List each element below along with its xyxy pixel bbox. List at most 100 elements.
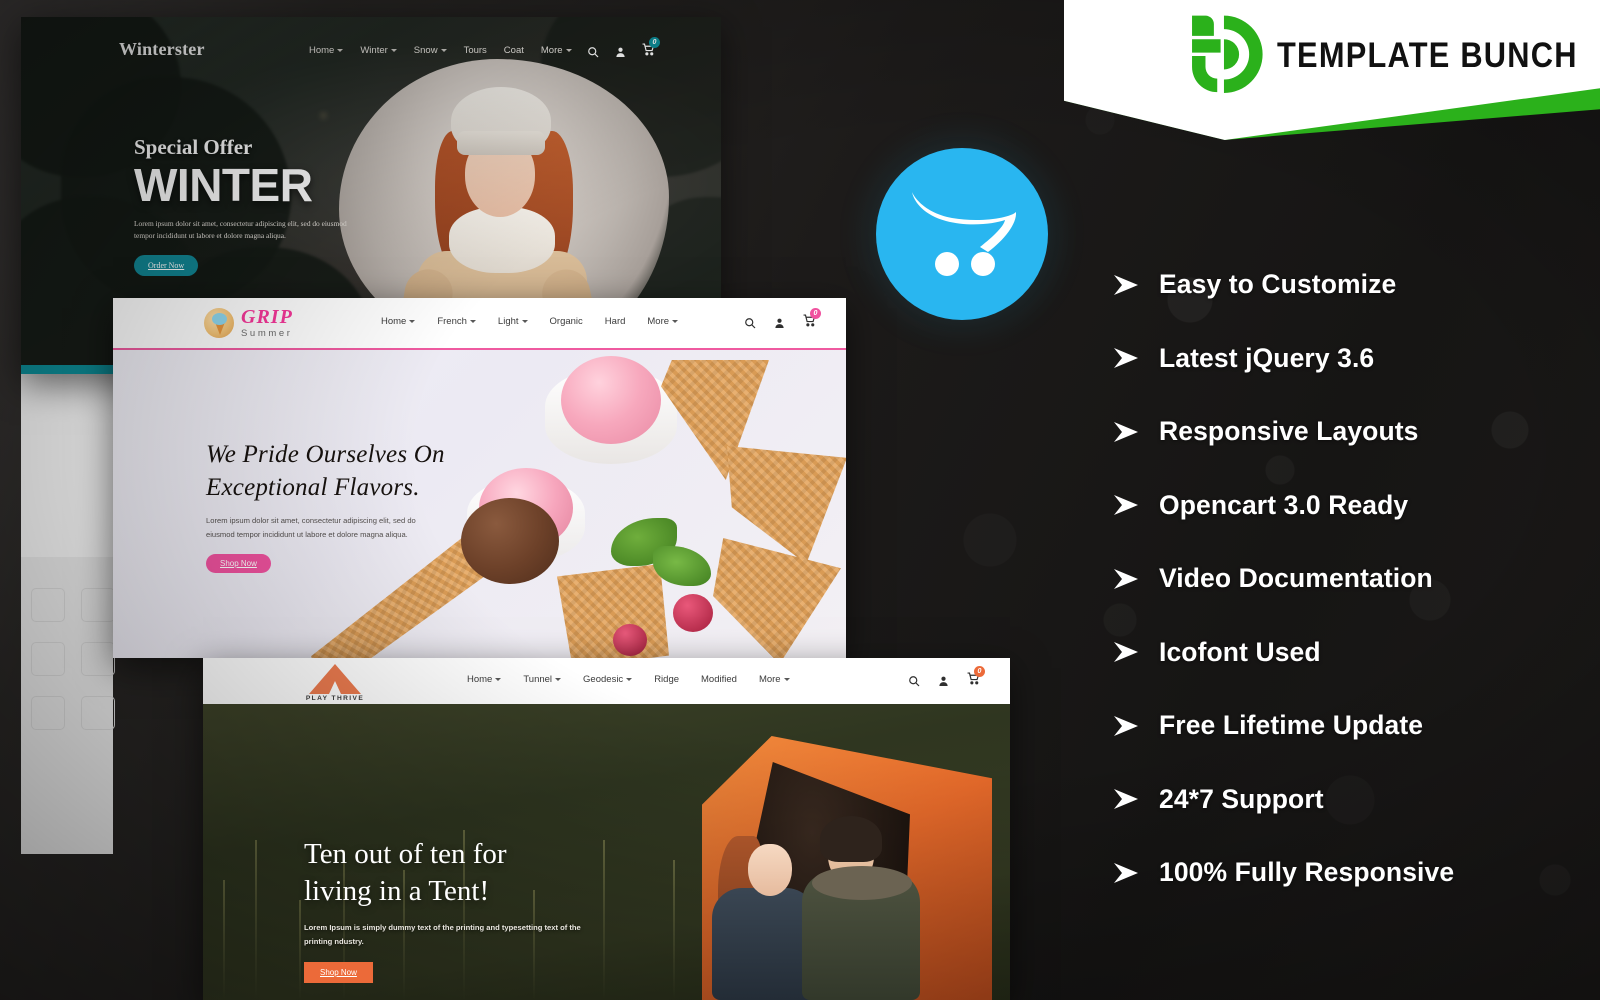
grip-menu-item-0[interactable]: Home (381, 316, 416, 327)
playthrive-menu-item-2[interactable]: Geodesic (583, 674, 633, 685)
search-icon[interactable] (908, 675, 920, 687)
grip-navbar[interactable]: GRIP Summer Home French Light Organic Ha… (113, 298, 846, 348)
category-icon-sweater (31, 642, 65, 676)
winterster-hero-paragraph: Lorem ipsum dolor sit amet, consectetur … (134, 218, 347, 241)
feature-list: Easy to Customize Latest jQuery 3.6 Resp… (1113, 248, 1583, 910)
grip-menu[interactable]: Home French Light Organic Hard More (381, 316, 679, 327)
scoop-chocolate (461, 498, 559, 584)
winterster-menu-item-1[interactable]: Winter (360, 45, 397, 56)
category-icon-beanie (31, 696, 65, 730)
playthrive-menu-item-1[interactable]: Tunnel (523, 674, 562, 685)
winterster-page-body (21, 374, 115, 854)
model-woman-jacket (712, 888, 816, 1000)
arrow-right-icon (1114, 274, 1138, 295)
raspberry-2 (613, 624, 647, 656)
chevron-down-icon (521, 320, 528, 323)
opencart-cart-icon (912, 192, 1017, 276)
arrow-right-icon (1114, 642, 1138, 663)
arrow-right-icon (1114, 568, 1138, 589)
grip-menu-item-5[interactable]: More (647, 316, 679, 327)
grip-menu-item-1[interactable]: French (437, 316, 476, 327)
chevron-down-icon (390, 49, 397, 52)
grip-menu-item-4[interactable]: Hard (605, 316, 626, 327)
arrow-right-icon (1114, 862, 1138, 883)
category-icon-jacket (31, 588, 65, 622)
grip-hero-title: We Pride Ourselves On Exceptional Flavor… (206, 438, 466, 504)
playthrive-hero-paragraph: Lorem Ipsum is simply dummy text of the … (304, 923, 581, 946)
feature-item-5: Icofont Used (1113, 616, 1583, 690)
grip-logo[interactable]: GRIP Summer (241, 307, 293, 339)
winterster-hero-eyebrow: Special Offer (134, 135, 253, 159)
account-icon[interactable] (615, 46, 626, 58)
winterster-logo[interactable]: Winterster (106, 34, 205, 62)
chevron-down-icon (409, 320, 416, 323)
feature-label: Easy to Customize (1159, 269, 1397, 300)
feature-label: Latest jQuery 3.6 (1159, 342, 1375, 373)
grip-hero-title-line1: We Pride Ourselves On (206, 441, 445, 468)
category-icon-backpack (81, 642, 115, 676)
grip-menu-item-2[interactable]: Light (498, 316, 528, 327)
winterster-cta-button[interactable]: Order Now (134, 255, 199, 277)
feature-item-7: 24*7 Support (1113, 763, 1583, 837)
category-icon-gloves (81, 588, 115, 622)
grip-logo-sub: Summer (241, 328, 293, 339)
winterster-menu-item-5[interactable]: More (541, 45, 572, 56)
feature-item-4: Video Documentation (1113, 542, 1583, 616)
feature-item-1: Latest jQuery 3.6 (1113, 322, 1583, 396)
tent-icon-inner (329, 681, 341, 694)
chevron-down-icon (783, 678, 790, 681)
winterster-navbar[interactable]: Winterster Home Winter Snow Tours Coat M… (21, 17, 721, 62)
mockup-play-thrive[interactable]: PLAY THRIVE Home Tunnel Geodesic Ridge M… (203, 658, 1010, 1000)
grip-header-icons[interactable]: 0 (744, 308, 821, 332)
playthrive-menu-item-0[interactable]: Home (467, 674, 502, 685)
arrow-right-icon (1114, 715, 1138, 736)
cart-badge: 0 (649, 37, 660, 48)
playthrive-hero-title-line2: living in a Tent! (304, 875, 490, 908)
playthrive-menu-item-4[interactable]: Modified (701, 674, 737, 685)
grip-menu-item-3[interactable]: Organic (550, 316, 583, 327)
winterster-menu-item-0[interactable]: Home (309, 45, 344, 56)
playthrive-navbar[interactable]: PLAY THRIVE Home Tunnel Geodesic Ridge M… (203, 658, 1010, 704)
account-icon[interactable] (938, 675, 949, 687)
grip-hero-title-line2: Exceptional Flavors. (206, 474, 420, 501)
model-man-fur-hood (812, 866, 912, 900)
playthrive-menu-item-3[interactable]: Ridge (654, 674, 679, 685)
search-icon[interactable] (744, 317, 756, 329)
playthrive-hero: Ten out of ten for living in a Tent! Lor… (203, 704, 1010, 1000)
winterster-cart[interactable]: 0 (642, 37, 660, 61)
winterster-header-icons[interactable]: 0 (587, 37, 660, 61)
winterster-menu-item-3[interactable]: Tours (464, 45, 487, 56)
playthrive-logo[interactable]: PLAY THRIVE (299, 664, 371, 702)
mockup-grip-summer[interactable]: GRIP Summer Home French Light Organic Ha… (113, 298, 846, 658)
grip-cart[interactable]: 0 (803, 308, 821, 332)
winterster-hero-title: WINTER (134, 159, 313, 211)
playthrive-cta-button[interactable]: Shop Now (304, 961, 373, 983)
feature-label: 100% Fully Responsive (1159, 857, 1455, 888)
winterster-menu[interactable]: Home Winter Snow Tours Coat More (309, 45, 572, 56)
playthrive-cart[interactable]: 0 (967, 666, 985, 690)
feature-label: Free Lifetime Update (1159, 710, 1424, 741)
chevron-down-icon (672, 320, 679, 323)
winterster-menu-item-4[interactable]: Coat (504, 45, 524, 56)
feature-label: Responsive Layouts (1159, 416, 1419, 447)
search-icon[interactable] (587, 46, 599, 58)
model-woman-face (748, 844, 792, 896)
playthrive-menu-item-5[interactable]: More (759, 674, 790, 685)
feature-item-3: Opencart 3.0 Ready (1113, 469, 1583, 543)
feature-item-0: Easy to Customize (1113, 248, 1583, 322)
playthrive-header-icons[interactable]: 0 (908, 666, 985, 690)
feature-label: 24*7 Support (1159, 783, 1324, 814)
winterster-hero-copy: Special Offer WINTER Lorem ipsum dolor s… (134, 135, 384, 277)
arrow-right-icon (1114, 421, 1138, 442)
arrow-right-icon (1114, 495, 1138, 516)
raspberry-1 (673, 594, 713, 632)
grip-logo-icon (204, 308, 234, 338)
template-bunch-logo-icon (1192, 15, 1263, 93)
feature-label: Opencart 3.0 Ready (1159, 489, 1409, 520)
winterster-menu-item-2[interactable]: Snow (414, 45, 447, 56)
feature-label: Video Documentation (1159, 563, 1433, 594)
account-icon[interactable] (774, 317, 785, 329)
grip-cta-button[interactable]: Shop Now (206, 554, 271, 574)
playthrive-menu[interactable]: Home Tunnel Geodesic Ridge Modified More (467, 674, 790, 685)
chevron-down-icon (469, 320, 476, 323)
